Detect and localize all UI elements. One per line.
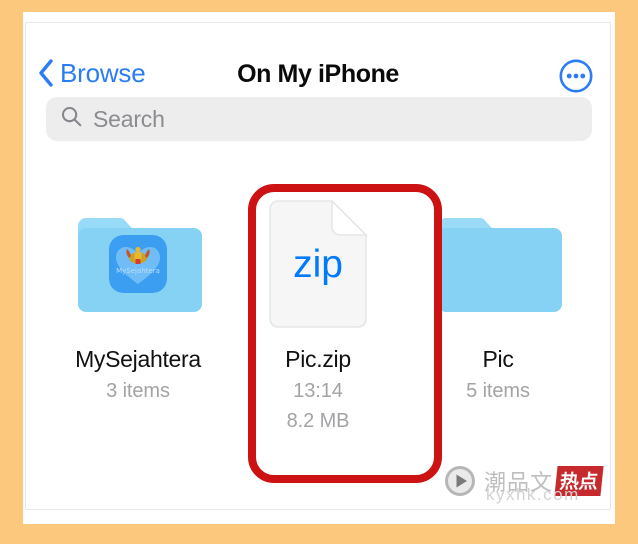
search-placeholder-text: Search — [93, 105, 165, 132]
watermark: 潮品文 热点 kyxhk.com — [443, 459, 604, 504]
more-circle-icon[interactable] — [559, 59, 593, 93]
page-title: On My iPhone — [237, 60, 399, 88]
play-circle-icon — [443, 464, 477, 498]
file-grid: MySejahtera MySejahtera 3 items zip Pic.… — [48, 181, 590, 436]
folder-icon — [434, 212, 562, 316]
search-input[interactable]: Search — [46, 97, 592, 141]
file-item-pic[interactable]: Pic 5 items — [408, 181, 588, 436]
file-item-meta-primary: 5 items — [466, 380, 530, 403]
search-icon — [61, 106, 82, 132]
icon-slot: zip — [266, 181, 370, 346]
zip-document-icon: zip — [266, 198, 370, 329]
mysejahtera-app-icon: MySejahtera — [109, 234, 167, 293]
file-item-pic-zip[interactable]: zip Pic.zip 13:14 8.2 MB — [228, 181, 408, 436]
file-item-name: Pic.zip — [285, 346, 351, 372]
svg-text:MySejahtera: MySejahtera — [116, 267, 160, 275]
file-item-name: MySejahtera — [75, 346, 201, 372]
file-item-name: Pic — [482, 346, 514, 372]
file-item-mysejahtera[interactable]: MySejahtera MySejahtera 3 items — [48, 181, 228, 436]
file-item-meta-primary: 13:14 — [293, 380, 343, 403]
navigation-bar: Browse On My iPhone — [26, 23, 610, 93]
file-item-meta-secondary: 8.2 MB — [286, 410, 350, 433]
icon-slot: MySejahtera — [74, 181, 202, 346]
watermark-url: kyxhk.com — [485, 485, 580, 504]
watermark-text: 潮品文 热点 kyxhk.com — [484, 461, 604, 504]
svg-text:zip: zip — [293, 243, 343, 286]
folder-icon: MySejahtera — [74, 212, 202, 316]
file-item-meta-primary: 3 items — [106, 380, 170, 403]
iphone-files-app-screenshot: Browse On My iPhone Search MySejahtera M… — [25, 22, 611, 510]
icon-slot — [434, 181, 562, 346]
